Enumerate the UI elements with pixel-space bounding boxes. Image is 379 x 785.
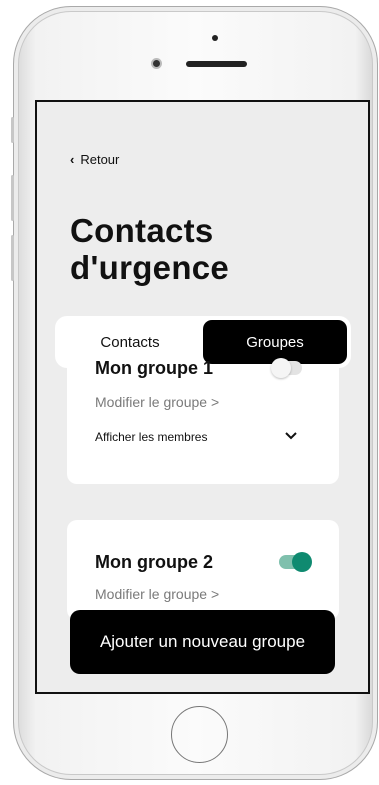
tab-groups[interactable]: Groupes bbox=[203, 320, 347, 364]
page-title: Contacts d'urgence bbox=[70, 212, 229, 286]
group-name: Mon groupe 2 bbox=[95, 552, 213, 572]
group-card: Mon groupe 2 Modifier le groupe > bbox=[67, 520, 339, 620]
front-camera bbox=[151, 58, 162, 69]
proximity-sensor bbox=[212, 35, 218, 41]
page-title-line2: d'urgence bbox=[70, 249, 230, 286]
group-toggle[interactable] bbox=[271, 358, 302, 378]
add-group-button[interactable]: Ajouter un nouveau groupe bbox=[70, 610, 335, 674]
silent-switch bbox=[11, 117, 14, 143]
toggle-knob bbox=[292, 552, 312, 572]
show-members-link[interactable]: Afficher les membres bbox=[95, 430, 207, 444]
group-name: Mon groupe 1 bbox=[95, 358, 213, 378]
toggle-knob bbox=[271, 358, 291, 378]
edit-group-link[interactable]: Modifier le groupe > bbox=[95, 586, 219, 602]
page-title-line1: Contacts bbox=[70, 212, 214, 249]
earpiece-speaker bbox=[186, 61, 247, 67]
chevron-down-icon[interactable] bbox=[285, 427, 297, 443]
home-button[interactable] bbox=[171, 706, 228, 763]
volume-down-button bbox=[11, 235, 14, 281]
group-toggle[interactable] bbox=[279, 552, 312, 572]
back-label: Retour bbox=[80, 152, 120, 167]
group-card: Mon groupe 1 Modifier le groupe > Affich… bbox=[67, 358, 339, 484]
edit-group-link[interactable]: Modifier le groupe > bbox=[95, 394, 219, 410]
volume-up-button bbox=[11, 175, 14, 221]
back-link[interactable]: ‹ Retour bbox=[70, 152, 119, 167]
chevron-left-icon: ‹ bbox=[70, 152, 75, 167]
app-screen: ‹ Retour Contacts d'urgence Contacts Gro… bbox=[35, 100, 370, 694]
